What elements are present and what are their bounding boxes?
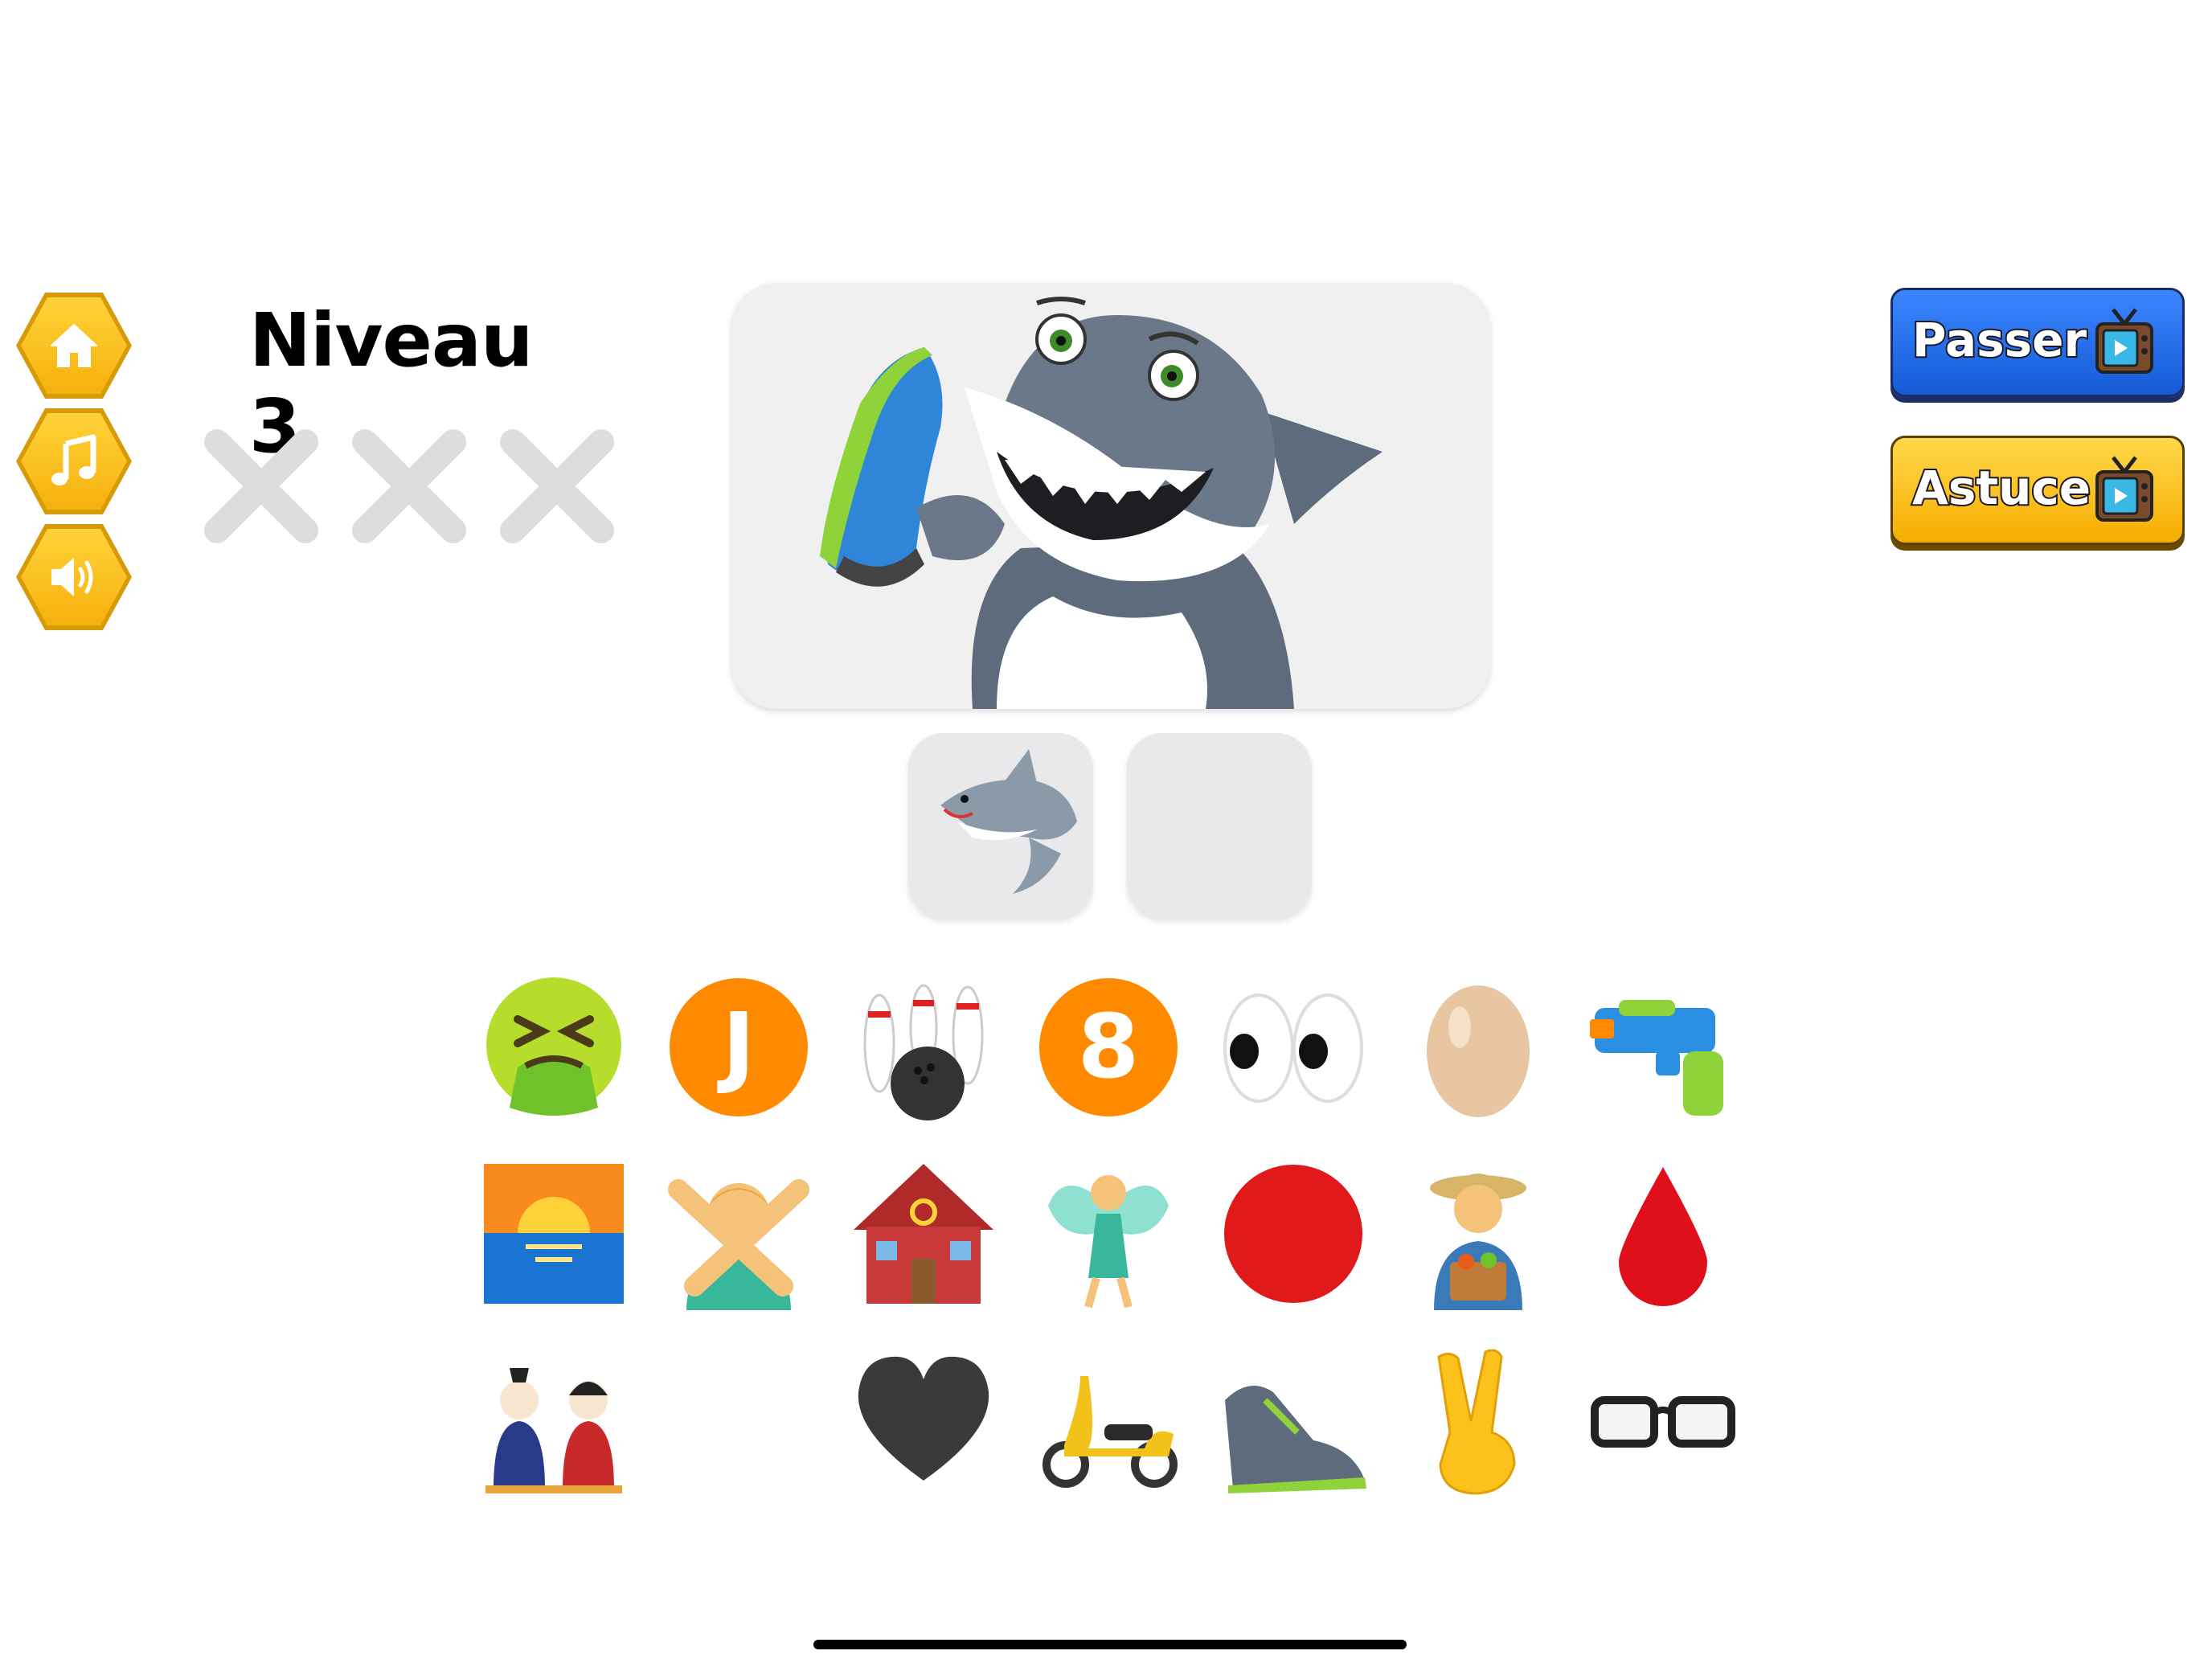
answer-slot-2[interactable] xyxy=(1127,733,1312,918)
skip-button-label: Passer xyxy=(1911,311,2088,369)
cross-icon xyxy=(204,429,318,543)
puzzle-image xyxy=(731,283,1490,709)
choice-eyes[interactable] xyxy=(1217,971,1370,1124)
hint-button-label: Astuce xyxy=(1911,459,2092,517)
choice-post-office[interactable] xyxy=(847,1157,1000,1310)
choice-letter-j[interactable]: J xyxy=(662,971,815,1124)
tv-icon xyxy=(2095,456,2153,522)
choice-red-circle[interactable] xyxy=(1217,1157,1370,1310)
choice-farmer[interactable] xyxy=(1402,1157,1555,1310)
choice-drop-of-blood[interactable] xyxy=(1587,1157,1739,1310)
tv-icon xyxy=(2095,308,2153,374)
number-8-text: 8 xyxy=(1078,995,1140,1098)
choice-person-gesturing-no[interactable] xyxy=(662,1157,815,1310)
home-indicator xyxy=(813,1640,1407,1649)
speaker-icon xyxy=(51,558,93,596)
cross-icon xyxy=(500,429,614,543)
choice-black-heart[interactable] xyxy=(847,1344,1000,1497)
skip-button[interactable]: Passer xyxy=(1890,288,2185,397)
music-button[interactable] xyxy=(16,408,132,514)
answer-slot-1[interactable] xyxy=(908,733,1093,918)
sound-button[interactable] xyxy=(16,524,132,630)
choice-running-shoe[interactable] xyxy=(1217,1344,1370,1497)
choice-scooter[interactable] xyxy=(1032,1344,1185,1497)
choice-empty-slot xyxy=(662,1344,815,1497)
choice-number-8[interactable]: 8 xyxy=(1032,971,1185,1124)
choice-bowling[interactable] xyxy=(847,971,1000,1124)
choice-vomiting-face[interactable] xyxy=(477,971,630,1124)
home-button[interactable] xyxy=(16,293,132,399)
choice-victory-hand[interactable] xyxy=(1402,1344,1555,1497)
choice-water-pistol[interactable] xyxy=(1587,971,1739,1124)
shark-emoji xyxy=(940,749,1077,894)
music-note-icon xyxy=(51,434,96,485)
letter-j-text: J xyxy=(717,993,756,1096)
choice-dolls[interactable] xyxy=(477,1344,630,1497)
home-icon xyxy=(51,324,97,367)
choice-fairy[interactable] xyxy=(1032,1157,1185,1310)
choice-egg[interactable] xyxy=(1402,971,1555,1124)
choice-sunrise[interactable] xyxy=(477,1157,630,1310)
choice-glasses[interactable] xyxy=(1587,1344,1739,1497)
hint-button[interactable]: Astuce xyxy=(1890,436,2185,545)
cross-icon xyxy=(352,429,466,543)
